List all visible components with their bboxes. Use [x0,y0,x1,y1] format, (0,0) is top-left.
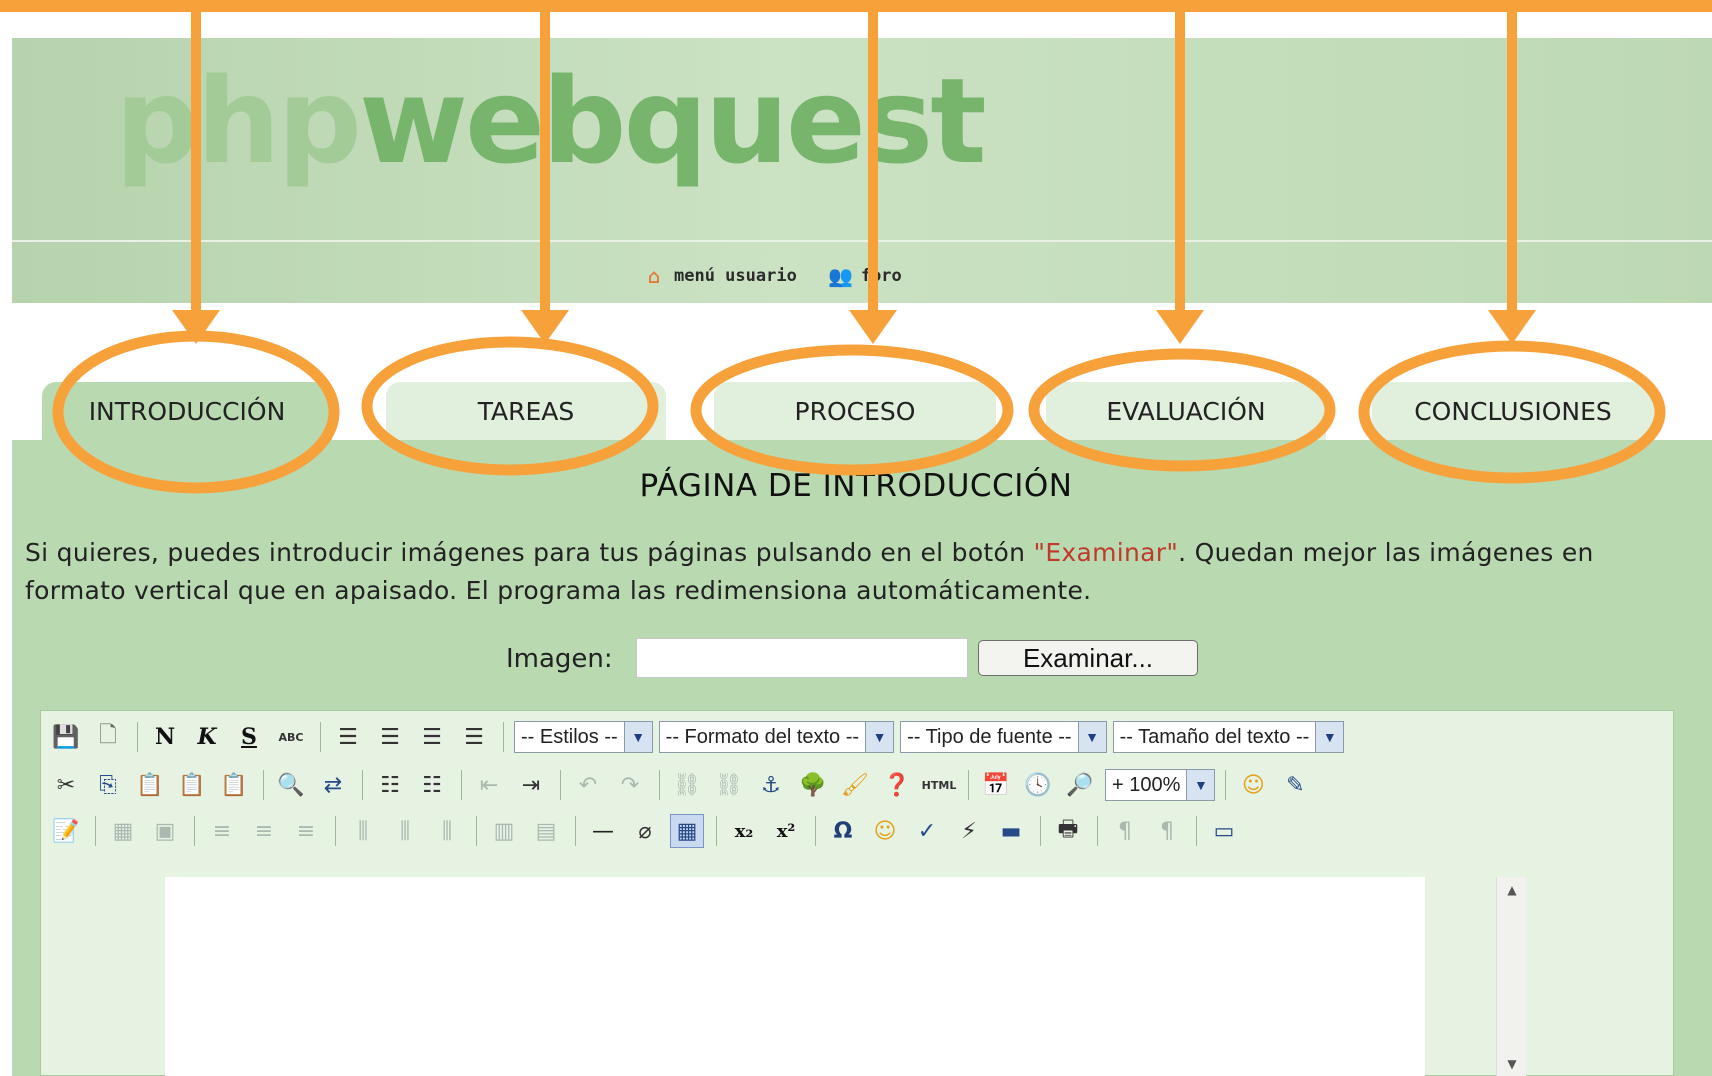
screenshot: phpwebquest ⌂ menú usuario 👥 foro INTROD… [0,0,1712,1076]
ellipse-evaluacion [1028,348,1336,472]
ellipse-proceso [690,344,1014,476]
ellipse-conclusiones [1358,340,1666,484]
arrowhead-proceso [849,310,897,344]
ellipse-introduccion [52,330,340,494]
ellipse-tareas [361,336,659,476]
annotation-arrows [52,8,1666,494]
arrowhead-conclusiones [1488,310,1536,344]
arrowhead-evaluacion [1156,310,1204,344]
